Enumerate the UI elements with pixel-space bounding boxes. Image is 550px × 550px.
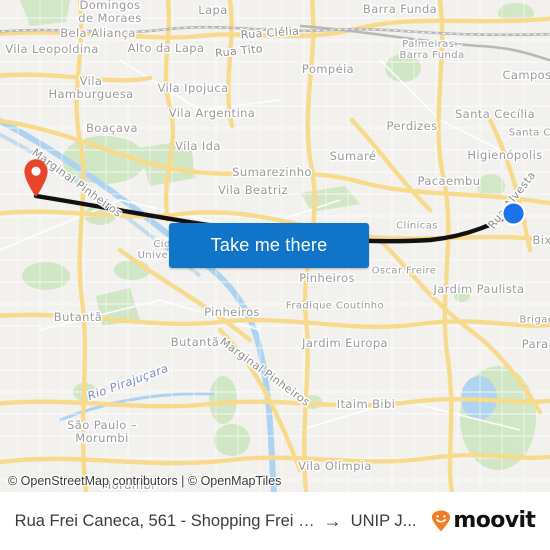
trip-footer-bar: Rua Frei Caneca, 561 - Shopping Frei Can… — [0, 492, 550, 550]
moovit-logo[interactable]: moovit — [431, 508, 536, 533]
footer-origin-label: Rua Frei Caneca, 561 - Shopping Frei Can… — [14, 511, 315, 530]
map-attribution[interactable]: © OpenStreetMap contributors | © OpenMap… — [8, 474, 281, 488]
moovit-pin-icon — [432, 510, 451, 532]
moovit-wordmark: moovit — [453, 508, 536, 533]
map-canvas[interactable]: Domingos de Moraes Lapa Barra Funda Bela Ali… — [0, 0, 550, 492]
moovit-trip-map-screen: Domingos de Moraes Lapa Barra Funda Bela Ali… — [0, 0, 550, 550]
arrow-right-icon: → — [323, 511, 342, 531]
footer-destination-label: UNIP J... — [350, 511, 417, 530]
take-me-there-button[interactable]: Take me there — [169, 223, 369, 268]
